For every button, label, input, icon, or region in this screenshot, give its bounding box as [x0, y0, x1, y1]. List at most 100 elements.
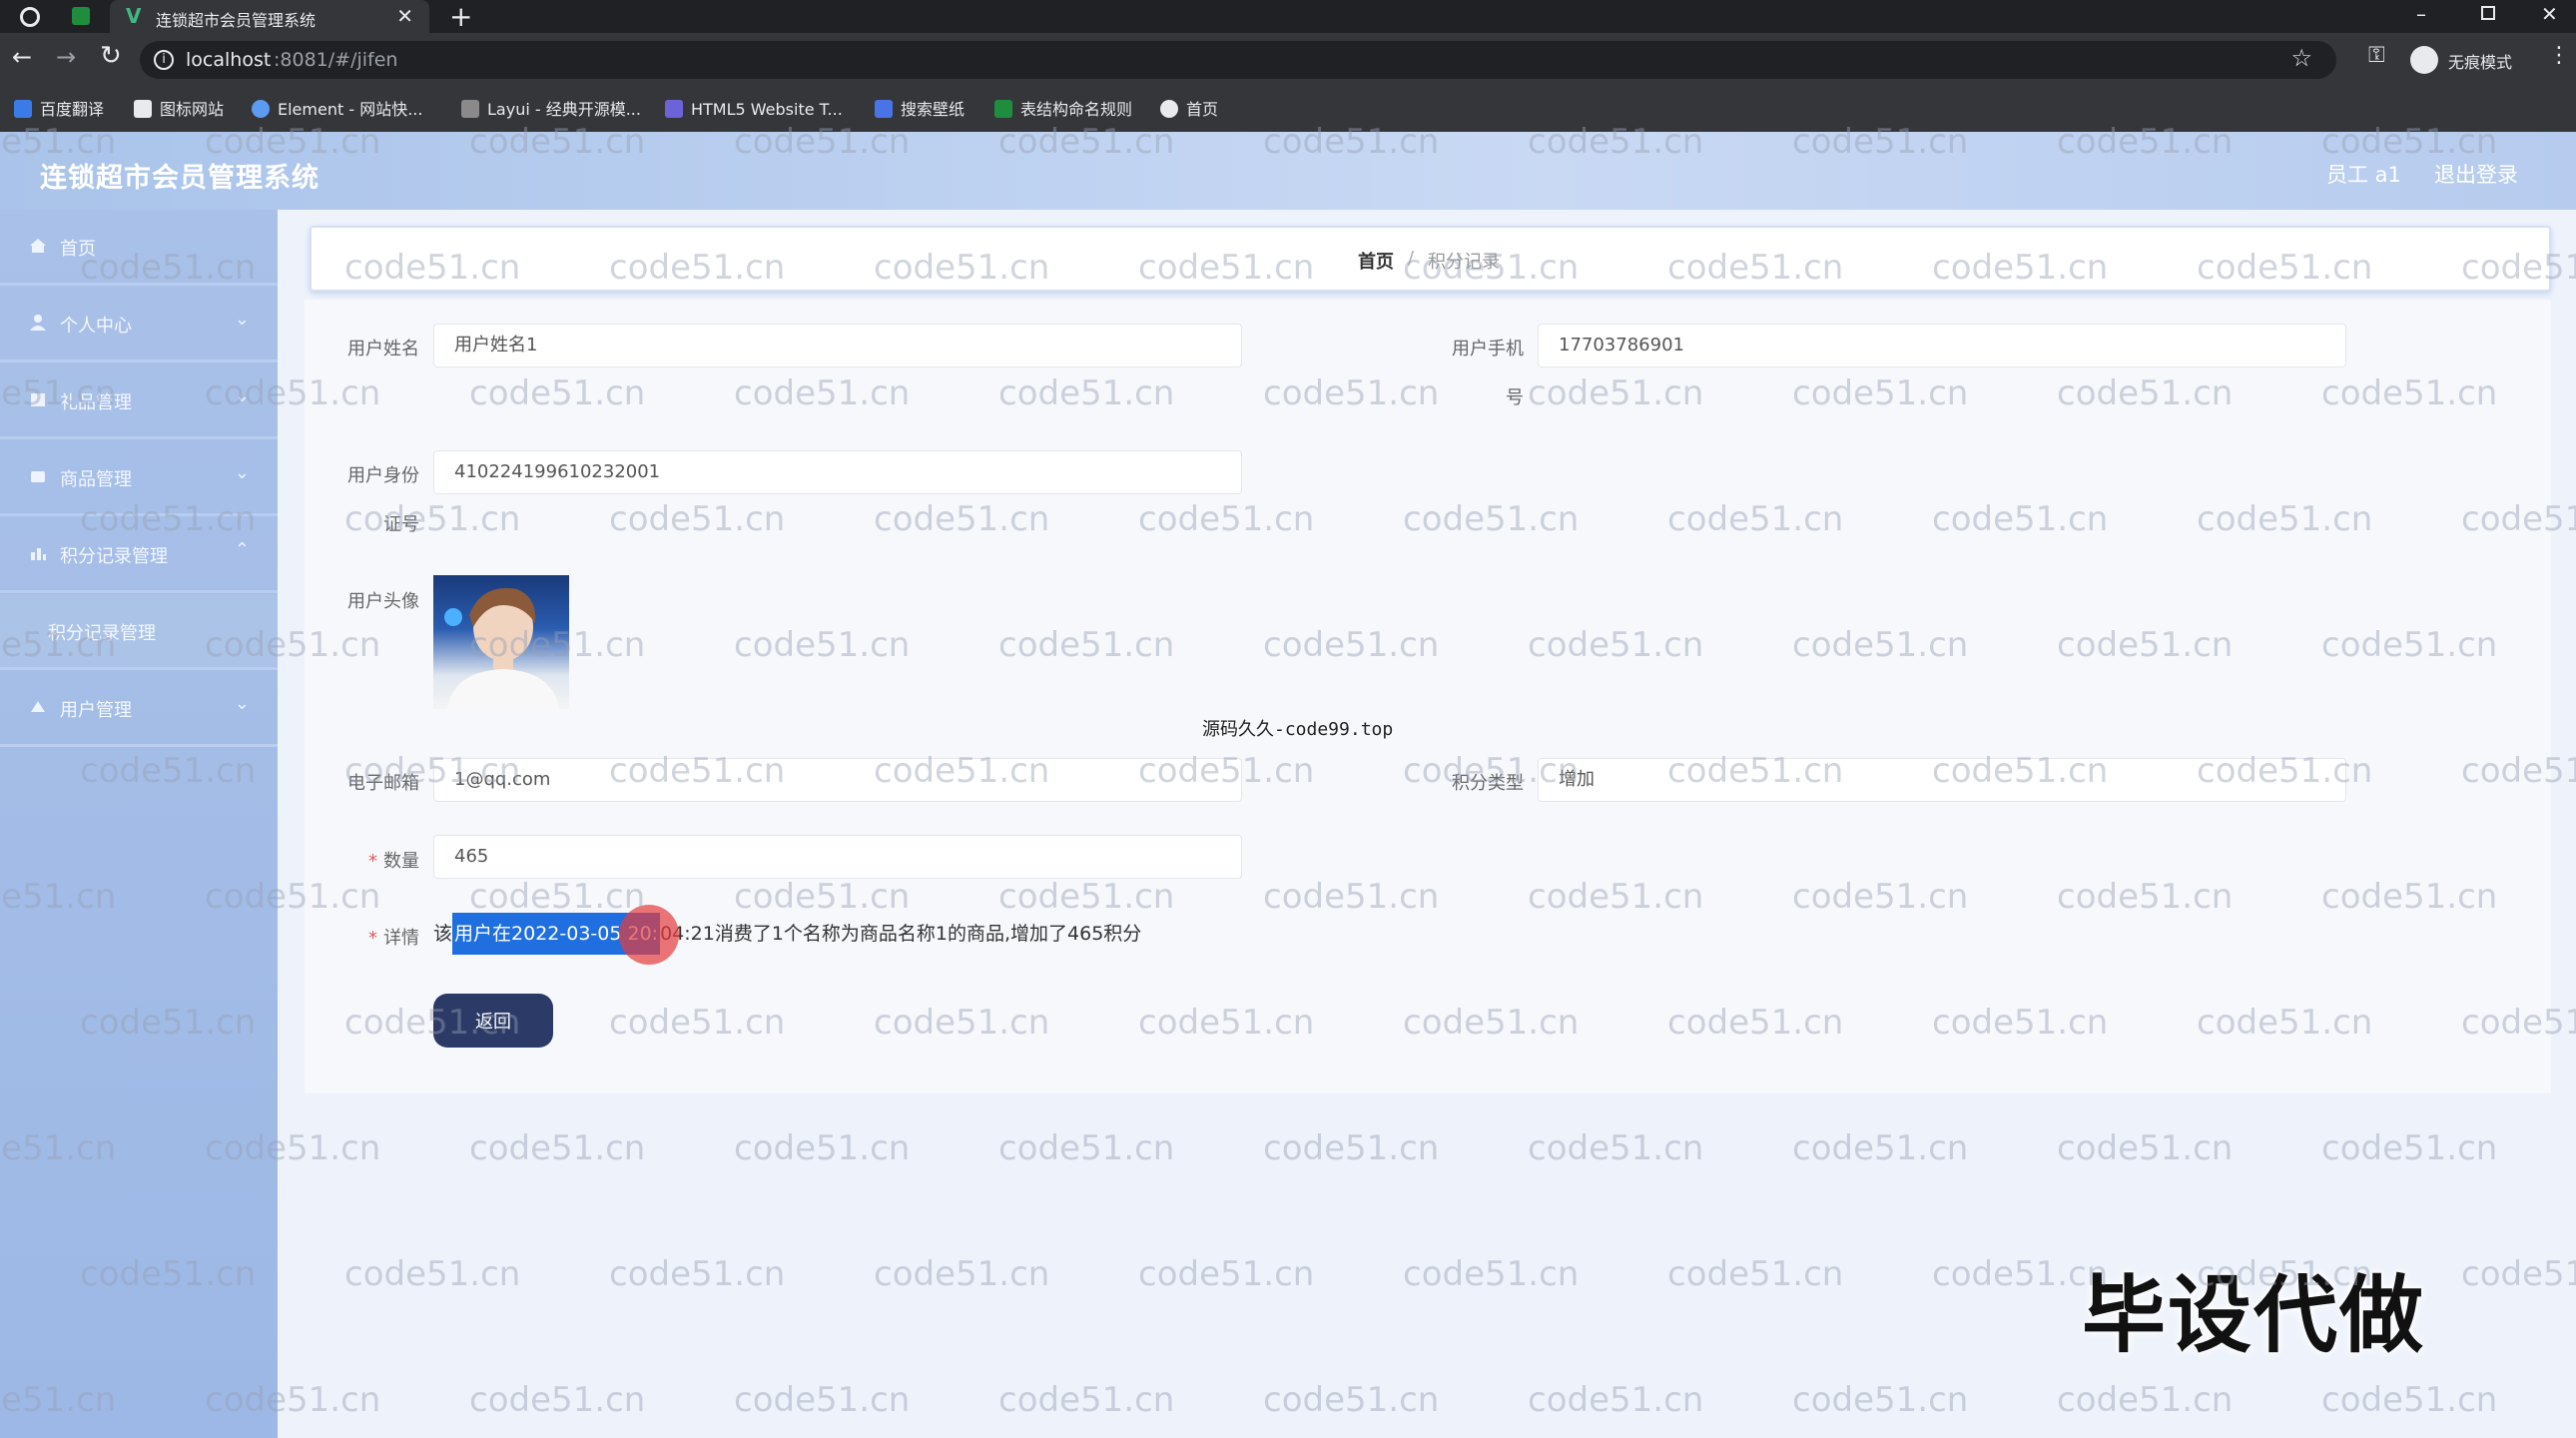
detail-form: [305, 300, 2551, 1093]
points-type-field[interactable]: 增加: [1538, 758, 2346, 802]
user-icon: [28, 313, 48, 333]
back-icon[interactable]: ←: [12, 43, 32, 71]
chevron-up-icon: ⌃: [234, 539, 250, 560]
sidebar-item-label: 积分记录管理: [60, 546, 168, 567]
star-icon[interactable]: ☆: [2290, 44, 2312, 72]
url-path: :8081/#/jifen: [274, 49, 398, 71]
center-overlay-text: 源码久久-code99.top: [1202, 719, 1394, 740]
element-icon: [252, 100, 270, 118]
logout-link[interactable]: 退出登录: [2434, 159, 2518, 189]
phone-label-wrap: 号: [1506, 387, 1524, 408]
bookmark-item[interactable]: 图标网站: [134, 88, 224, 132]
sidebar-subitem-points[interactable]: 积分记录管理: [0, 594, 278, 670]
quantity-label: * 数量: [368, 851, 419, 872]
url-field[interactable]: i localhost :8081/#/jifen ☆: [140, 41, 2336, 79]
sidebar-item-users[interactable]: 用户管理 ⌄: [0, 671, 278, 747]
restore-icon[interactable]: [2481, 6, 2495, 20]
sidebar-item-points[interactable]: 积分记录管理 ⌃: [0, 517, 278, 593]
breadcrumb-home[interactable]: 首页: [1358, 248, 1394, 274]
email-field[interactable]: 1@qq.com: [433, 758, 1242, 802]
vue-icon: V: [126, 4, 142, 28]
points-icon: [28, 543, 48, 563]
sidebar-item-goods[interactable]: 商品管理 ⌄: [0, 440, 278, 516]
cursor-highlight: [619, 905, 679, 965]
back-button[interactable]: 返回: [433, 994, 553, 1048]
bookmark-item[interactable]: 搜索壁纸: [875, 88, 965, 132]
breadcrumb-separator: /: [1408, 248, 1415, 269]
chevron-down-icon: ⌄: [234, 309, 250, 330]
bookmark-item[interactable]: 首页: [1160, 88, 1218, 132]
key-icon[interactable]: ⚿: [2368, 43, 2385, 68]
avatar-label: 用户头像: [347, 591, 419, 612]
username-label: 用户姓名: [347, 339, 419, 360]
flag-icon: [134, 100, 152, 118]
minimize-icon[interactable]: –: [2416, 2, 2426, 26]
chevron-down-icon: ⌄: [234, 693, 250, 714]
sidebar: 首页 个人中心 ⌄ 礼品管理 ⌄ 商品管理 ⌄ 积分记录管理 ⌃ 积分记录管理 …: [0, 210, 278, 1438]
bookmark-item[interactable]: Element - 网站快...: [252, 88, 422, 132]
bookmarks-bar: 百度翻译 图标网站 Element - 网站快... Layui - 经典开源模…: [0, 88, 2576, 132]
bookmark-item[interactable]: 百度翻译: [14, 88, 104, 132]
app-title: 连锁超市会员管理系统: [40, 163, 320, 194]
home-icon: [28, 236, 48, 256]
chevron-down-icon: ⌄: [234, 462, 250, 483]
table-icon: [994, 100, 1012, 118]
user-label: 员工 a1: [2326, 163, 2401, 187]
profile-label[interactable]: 无痕模式: [2448, 49, 2512, 73]
idcard-field[interactable]: 410224199610232001: [433, 450, 1242, 494]
points-type-label: 积分类型: [1452, 773, 1524, 794]
goods-icon: [28, 466, 48, 486]
username-field[interactable]: 用户姓名1: [433, 324, 1242, 367]
chevron-down-icon: ⌄: [234, 385, 250, 406]
breadcrumb: 首页 / 积分记录: [310, 226, 2551, 292]
wallpaper-icon: [875, 100, 893, 118]
globe-icon: [1160, 100, 1178, 118]
quantity-field[interactable]: 465: [433, 835, 1242, 879]
more-menu-icon[interactable]: ⋮: [2548, 43, 2570, 68]
users-icon: [28, 697, 48, 717]
detail-prefix: 该: [433, 923, 453, 945]
idcard-label: 用户身份: [347, 465, 419, 486]
sheet-tab-icon[interactable]: [72, 7, 90, 25]
detail-rest: 04:21消费了1个名称为商品名称1的商品,增加了465积分: [660, 923, 1142, 945]
avatar-image: [433, 575, 569, 709]
sidebar-item-label: 商品管理: [60, 469, 132, 490]
layui-icon: [461, 100, 479, 118]
forward-icon[interactable]: →: [56, 43, 76, 71]
required-mark: *: [368, 928, 377, 949]
app-header: 连锁超市会员管理系统 员工 a1 退出登录: [0, 132, 2576, 210]
browser-menu-icon[interactable]: [20, 7, 40, 27]
sidebar-item-label: 礼品管理: [60, 392, 132, 413]
detail-text[interactable]: 该用户在2022-03-05 20: 04:21消费了1个名称为商品名称1的商品,…: [433, 912, 1141, 956]
close-window-icon[interactable]: ✕: [2541, 2, 2558, 26]
close-tab-icon[interactable]: ✕: [396, 4, 413, 28]
reload-icon[interactable]: ↻: [100, 41, 122, 71]
detail-label: * 详情: [368, 928, 419, 949]
address-bar: ← → ↻ i localhost :8081/#/jifen ☆ ⚿ 无痕模式…: [0, 33, 2576, 88]
gift-icon: [28, 389, 48, 409]
breadcrumb-current: 积分记录: [1428, 252, 1500, 273]
info-icon[interactable]: i: [154, 50, 174, 70]
bookmark-item[interactable]: 表结构命名规则: [994, 88, 1132, 132]
email-label: 电子邮箱: [347, 773, 419, 794]
bookmark-item[interactable]: Layui - 经典开源模...: [461, 88, 641, 132]
idcard-label-wrap: 证号: [383, 514, 419, 535]
sidebar-item-label: 积分记录管理: [48, 623, 156, 644]
required-mark: *: [368, 851, 377, 872]
active-tab[interactable]: V 连锁超市会员管理系统 ✕: [110, 0, 429, 33]
sidebar-item-profile[interactable]: 个人中心 ⌄: [0, 287, 278, 362]
bookmark-item[interactable]: HTML5 Website T...: [665, 88, 843, 132]
sidebar-item-label: 个人中心: [60, 316, 132, 337]
html5-icon: [665, 100, 683, 118]
incognito-icon[interactable]: [2410, 46, 2438, 74]
phone-label: 用户手机: [1452, 339, 1524, 360]
url-host: localhost: [186, 49, 272, 71]
phone-field[interactable]: 17703786901: [1538, 324, 2346, 367]
sidebar-item-home[interactable]: 首页: [0, 210, 278, 286]
new-tab-icon[interactable]: +: [449, 0, 472, 33]
sidebar-item-gift[interactable]: 礼品管理 ⌄: [0, 363, 278, 439]
sidebar-item-label: 用户管理: [60, 700, 132, 721]
sidebar-item-label: 首页: [60, 239, 96, 260]
browser-tab-strip: V 连锁超市会员管理系统 ✕ + – ✕: [0, 0, 2576, 33]
translate-icon: [14, 100, 32, 118]
